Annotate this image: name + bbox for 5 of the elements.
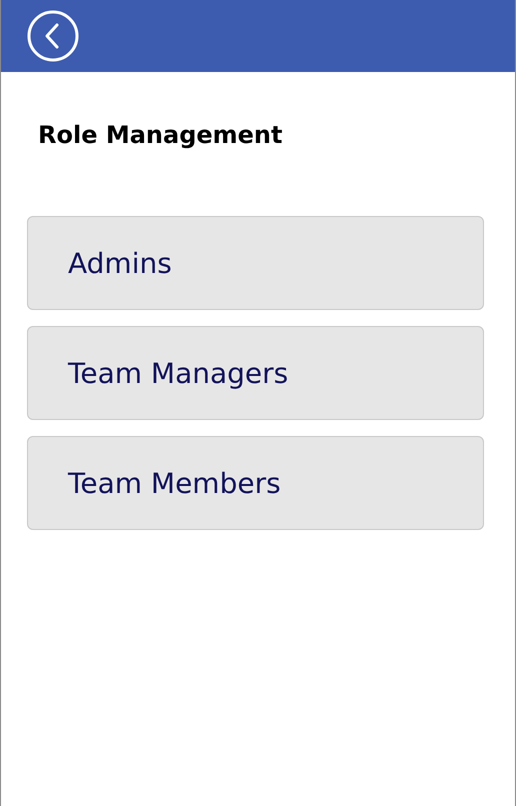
role-button[interactable]: Admins xyxy=(27,216,484,310)
back-icon[interactable] xyxy=(27,10,79,62)
role-button[interactable]: Team Members xyxy=(27,436,484,530)
role-button[interactable]: Team Managers xyxy=(27,326,484,420)
page-title: Role Management xyxy=(38,120,282,150)
